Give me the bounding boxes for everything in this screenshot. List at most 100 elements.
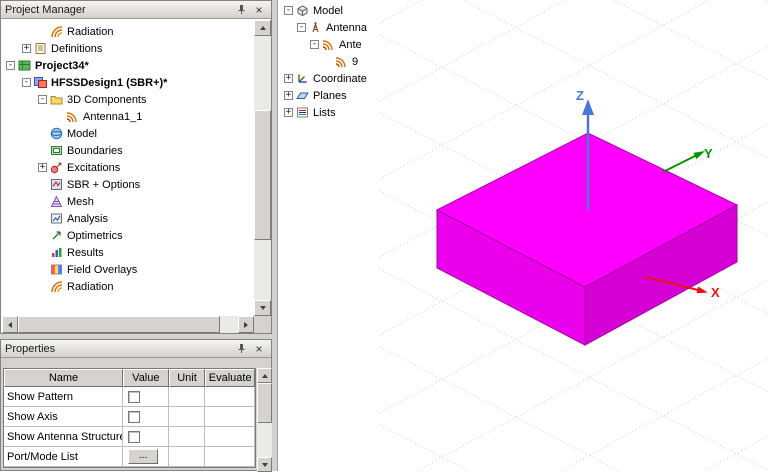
scroll-right-icon[interactable]	[238, 316, 254, 333]
properties-vscrollbar[interactable]	[257, 368, 272, 472]
port-mode-list-browse-button[interactable]: ...	[128, 449, 158, 464]
project-manager-panel: Project Manager × Radiation + Definitions -…	[0, 0, 272, 334]
tree-item-boundaries[interactable]: Boundaries	[50, 142, 123, 159]
tree-item-excitations[interactable]: + Excitations	[38, 159, 120, 176]
tree-item-9[interactable]: 9	[335, 53, 358, 70]
col-header-unit[interactable]: Unit	[168, 369, 206, 387]
antenna-icon	[66, 110, 80, 123]
tree-item-optimetrics[interactable]: Optimetrics	[50, 227, 123, 244]
show-antenna-structure-checkbox[interactable]	[128, 430, 140, 443]
col-header-value[interactable]: Value	[123, 369, 169, 387]
expander-plus-icon[interactable]: +	[38, 163, 47, 172]
properties-table: Name Value Unit Evaluate Show Pattern Sh…	[3, 368, 256, 468]
project-manager-title: Project Manager	[5, 3, 86, 16]
evaluate-cell	[205, 407, 256, 427]
scroll-up-icon[interactable]	[254, 20, 271, 36]
tree-item-coordinate[interactable]: + Coordinate	[284, 70, 367, 87]
tree-item-planes[interactable]: + Planes	[284, 87, 347, 104]
tree-item-label: Definitions	[51, 42, 103, 55]
design-icon	[34, 76, 48, 89]
scroll-thumb[interactable]	[257, 383, 272, 423]
tree-item-label: HFSSDesign1 (SBR+)*	[51, 76, 168, 89]
property-name: Show Axis	[4, 407, 123, 427]
tree-item-sbr-options[interactable]: SBR + Options	[50, 176, 140, 193]
scroll-up-icon[interactable]	[257, 368, 272, 383]
x-axis-arrowhead	[696, 286, 708, 294]
tree-item-lists[interactable]: + Lists	[284, 104, 336, 121]
expander-plus-icon[interactable]: +	[284, 74, 293, 83]
analysis-icon	[50, 212, 64, 225]
tree-item-hfssdesign1-sbr[interactable]: - HFSSDesign1 (SBR+)*	[22, 74, 167, 91]
tree-item-antenna[interactable]: - Antenna	[297, 19, 367, 36]
tree-item-analysis[interactable]: Analysis	[50, 210, 108, 227]
excitations-icon	[50, 161, 64, 174]
tree-item-results[interactable]: Results	[50, 244, 104, 261]
scroll-left-icon[interactable]	[2, 316, 18, 333]
expander-plus-icon[interactable]: +	[22, 44, 31, 53]
x-axis-label: X	[711, 285, 720, 300]
show-axis-checkbox[interactable]	[128, 410, 140, 423]
tree-item-label: Lists	[313, 106, 336, 119]
project-tree-hscrollbar[interactable]	[2, 316, 254, 333]
tree-item-antenna1-1[interactable]: Antenna1_1	[66, 108, 142, 125]
property-row: Show Axis	[4, 407, 256, 427]
col-header-name[interactable]: Name	[4, 369, 124, 387]
expander-plus-icon[interactable]: +	[284, 108, 293, 117]
modeler-history-tree: - Model - Antenna - Ante 9 + Coordinate + Planes + L…	[282, 0, 378, 140]
pin-icon[interactable]	[233, 342, 249, 356]
tree-item-label: Mesh	[67, 195, 94, 208]
grid-line	[702, 435, 769, 471]
definitions-icon	[34, 42, 48, 55]
modeler-viewport[interactable]: Z Y X	[378, 0, 769, 471]
expander-minus-icon[interactable]: -	[297, 23, 306, 32]
grid-line	[378, 0, 424, 25]
evaluate-cell	[205, 387, 256, 407]
expander-minus-icon[interactable]: -	[38, 95, 47, 104]
close-icon[interactable]: ×	[251, 342, 267, 356]
unit-cell	[168, 407, 206, 427]
radiation-icon	[50, 25, 64, 38]
show-pattern-checkbox[interactable]	[128, 390, 140, 403]
project-icon	[18, 59, 32, 72]
tree-item-label: Boundaries	[67, 144, 123, 157]
tree-item-field-overlays[interactable]: Field Overlays	[50, 261, 137, 278]
close-icon[interactable]: ×	[251, 3, 267, 17]
expander-minus-icon[interactable]: -	[284, 6, 293, 15]
tree-item-model[interactable]: - Model	[284, 2, 343, 19]
tree-item-ante[interactable]: - Ante	[310, 36, 362, 53]
tree-item-radiation[interactable]: Radiation	[50, 23, 113, 40]
project-tree-vscrollbar[interactable]	[254, 20, 271, 316]
pin-icon[interactable]	[233, 3, 249, 17]
scroll-down-icon[interactable]	[254, 300, 271, 316]
tree-item-label: Excitations	[67, 161, 121, 174]
expander-minus-icon[interactable]: -	[22, 78, 31, 87]
scroll-thumb[interactable]	[254, 110, 271, 240]
optimetrics-icon	[50, 229, 64, 242]
folder-icon	[50, 93, 64, 106]
planes-icon	[296, 89, 310, 102]
col-header-evaluate[interactable]: Evaluate	[205, 369, 255, 387]
tree-item-label: 9	[352, 55, 359, 68]
tree-item-model[interactable]: Model	[50, 125, 97, 142]
expander-minus-icon[interactable]: -	[6, 61, 15, 70]
tree-item-mesh[interactable]: Mesh	[50, 193, 94, 210]
tree-item-label: Field Overlays	[67, 263, 138, 276]
antenna-tower-icon	[309, 21, 323, 34]
scroll-down-icon[interactable]	[257, 457, 272, 472]
tree-item-label: Model	[313, 4, 343, 17]
tree-item-label: Project34*	[35, 59, 89, 72]
scroll-thumb[interactable]	[18, 316, 220, 333]
expander-plus-icon[interactable]: +	[284, 91, 293, 100]
tree-item-3d-components[interactable]: - 3D Components	[38, 91, 147, 108]
tree-item-definitions[interactable]: + Definitions	[22, 40, 102, 57]
evaluate-cell	[205, 427, 256, 447]
value-cell: ...	[123, 447, 169, 467]
property-name: Port/Mode List	[4, 447, 123, 467]
expander-minus-icon[interactable]: -	[310, 40, 319, 49]
field-overlays-icon	[50, 263, 64, 276]
tree-item-project34[interactable]: - Project34*	[6, 57, 89, 74]
tree-item-radiation[interactable]: Radiation	[50, 278, 113, 295]
tree-item-label: Radiation	[67, 280, 114, 293]
tree-item-label: Ante	[339, 38, 362, 51]
grid-line	[763, 0, 769, 4]
